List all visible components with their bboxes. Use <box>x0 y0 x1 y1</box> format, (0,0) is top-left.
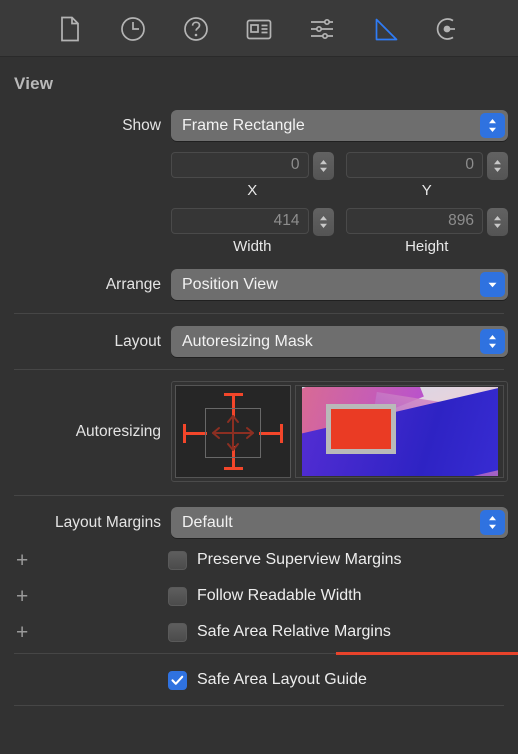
inspector-toolbar <box>0 0 518 57</box>
height-stepper[interactable] <box>487 208 508 236</box>
divider-arrange <box>14 313 504 314</box>
checkbox-row-safe-area-layout-guide: Safe Area Layout Guide <box>0 662 518 698</box>
add-variation-button[interactable]: + <box>14 550 168 571</box>
y-stepper[interactable] <box>487 152 508 180</box>
connections-circle-icon <box>435 16 461 42</box>
show-popup-value: Frame Rectangle <box>182 116 305 134</box>
follow-readable-width-checkbox[interactable] <box>168 586 187 606</box>
safe-area-layout-guide-label: Safe Area Layout Guide <box>197 671 367 688</box>
follow-readable-width-label: Follow Readable Width <box>197 587 362 604</box>
attributes-inspector-tab[interactable] <box>305 12 339 46</box>
width-stepper[interactable] <box>312 208 334 236</box>
chevron-up-down-icon <box>480 113 505 138</box>
layout-row: Layout Autoresizing Mask <box>0 326 518 357</box>
strut-top-cap <box>224 393 243 396</box>
preserve-superview-margins-checkbox[interactable] <box>168 550 187 570</box>
layout-margins-popup-button[interactable]: Default <box>171 507 508 538</box>
autoresizing-container <box>171 381 508 482</box>
chevron-up-down-icon <box>480 329 505 354</box>
divider-autoresizing <box>14 495 504 496</box>
y-field-column: 0 Y <box>345 152 508 199</box>
size-inspector-tab[interactable] <box>368 12 402 46</box>
layout-label: Layout <box>114 332 161 350</box>
chevron-up-down-icon <box>480 510 505 535</box>
arrange-value: Position View <box>182 275 278 293</box>
size-wh-fields: 414 Width 896 Height <box>0 208 518 255</box>
safe-area-relative-margins-label: Safe Area Relative Margins <box>197 623 391 640</box>
arrange-row: Arrange Position View <box>0 269 518 300</box>
height-label: Height <box>405 238 449 255</box>
history-inspector-tab[interactable] <box>116 12 150 46</box>
x-field-column: 0 X <box>171 152 334 199</box>
question-circle-icon <box>183 16 209 42</box>
strut-right-cap <box>280 424 283 443</box>
position-xy-fields: 0 X 0 Y <box>0 152 518 199</box>
safe-area-layout-guide-checkbox[interactable] <box>168 670 187 690</box>
y-input[interactable]: 0 <box>345 152 483 178</box>
arrange-pulldown-button[interactable]: Position View <box>171 269 508 300</box>
autoresizing-flexible-area[interactable] <box>205 408 261 458</box>
page-title: View <box>14 74 54 93</box>
add-variation-button[interactable]: + <box>14 586 168 607</box>
file-document-icon <box>59 16 81 42</box>
safe-area-relative-margins-checkbox[interactable] <box>168 622 187 642</box>
x-label: X <box>247 182 258 199</box>
error-underline <box>336 652 518 655</box>
show-popup-button[interactable]: Frame Rectangle <box>171 110 508 141</box>
strut-left[interactable] <box>185 432 207 435</box>
strut-bottom-cap <box>224 467 243 470</box>
preserve-superview-margins-label: Preserve Superview Margins <box>197 551 402 568</box>
show-label: Show <box>122 116 161 134</box>
divider-safe-area <box>0 652 518 656</box>
x-stepper[interactable] <box>312 152 334 180</box>
strut-left-cap <box>183 424 186 443</box>
wallpaper-preview <box>301 387 498 476</box>
chevron-down-icon <box>480 272 505 297</box>
checkbox-row-follow-readable-width: + Follow Readable Width <box>0 578 518 614</box>
divider-layout <box>14 369 504 370</box>
autoresizing-label: Autoresizing <box>75 422 161 440</box>
help-inspector-tab[interactable] <box>179 12 213 46</box>
identity-inspector-tab[interactable] <box>242 12 276 46</box>
preview-view-rect <box>325 404 396 454</box>
checkbox-row-safe-area-relative-margins: + Safe Area Relative Margins <box>0 614 518 650</box>
layout-margins-value: Default <box>182 513 233 531</box>
layout-popup-button[interactable]: Autoresizing Mask <box>171 326 508 357</box>
height-input[interactable]: 896 <box>345 208 483 234</box>
checkbox-row-preserve-superview-margins: + Preserve Superview Margins <box>0 542 518 578</box>
file-inspector-tab[interactable] <box>53 12 87 46</box>
y-label: Y <box>421 182 432 199</box>
divider-bottom <box>14 705 504 706</box>
strut-right[interactable] <box>259 432 281 435</box>
identity-card-icon <box>246 19 272 40</box>
checkmark-icon <box>171 675 184 686</box>
x-input[interactable]: 0 <box>171 152 309 178</box>
sliders-icon <box>309 18 335 40</box>
arrange-label: Arrange <box>105 275 161 293</box>
height-field-column: 896 Height <box>345 208 508 255</box>
autoresizing-preview <box>295 385 504 478</box>
width-input[interactable]: 414 <box>171 208 309 234</box>
width-field-column: 414 Width <box>171 208 334 255</box>
width-label: Width <box>233 238 272 255</box>
show-row: Show Frame Rectangle <box>0 110 518 141</box>
flexible-arrows-icon <box>212 415 254 451</box>
ruler-triangle-icon <box>373 17 398 42</box>
layout-value: Autoresizing Mask <box>182 332 313 350</box>
autoresizing-row: Autoresizing <box>0 381 518 482</box>
autoresizing-control[interactable] <box>175 385 291 478</box>
layout-margins-row: Layout Margins Default <box>0 507 518 538</box>
add-variation-button[interactable]: + <box>14 622 168 643</box>
connections-inspector-tab[interactable] <box>431 12 465 46</box>
clock-history-icon <box>120 16 146 42</box>
layout-margins-label: Layout Margins <box>55 513 161 531</box>
